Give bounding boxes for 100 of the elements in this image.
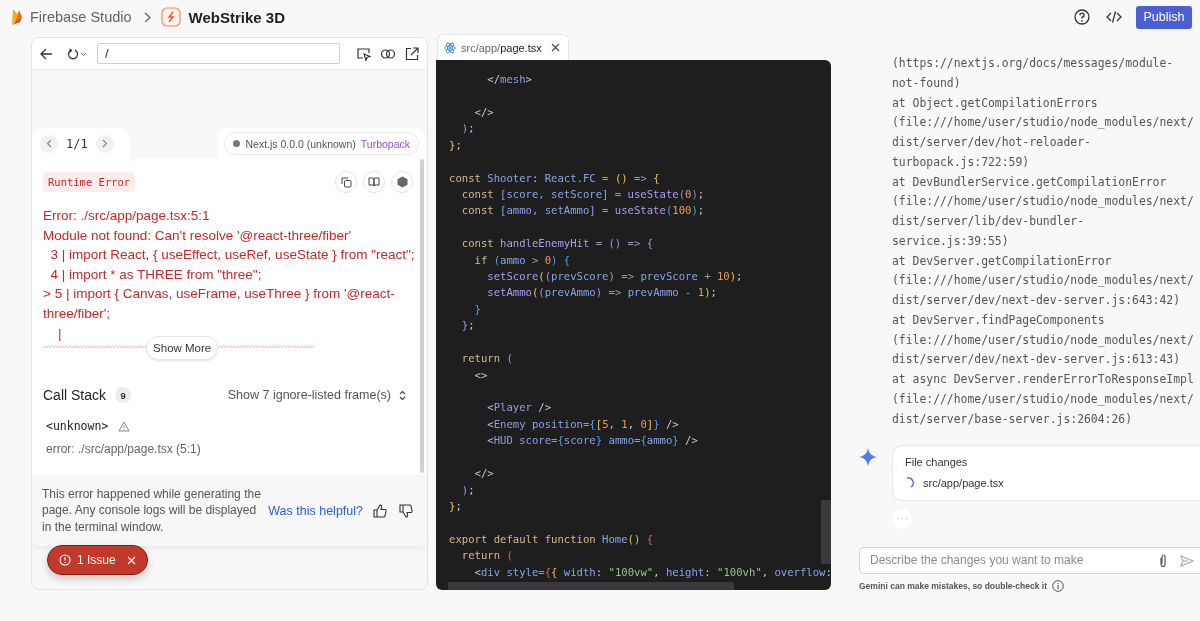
code-line: setScore((prevScore) => prevScore + 10); xyxy=(486,269,743,285)
code-line: <HUD score={score} ammo={ammo} /> xyxy=(486,433,698,449)
code-line: }; xyxy=(449,498,462,514)
code-line: return ( xyxy=(460,351,513,367)
publish-button[interactable]: Publish xyxy=(1136,5,1192,29)
error-footer-text: This error happened while generating the page. Any console logs will be displayed in the terminal window. xyxy=(42,486,262,535)
error-message-line: three/fiber'; xyxy=(43,304,111,323)
error-carets: ^^^^^^^^^^^^^^^^^^^^^^^^^^^^^ xyxy=(43,342,147,355)
code-line: ); xyxy=(460,121,475,137)
back-icon[interactable] xyxy=(40,47,53,60)
stack-trace-line: dist/server/lib/dev-bundler- xyxy=(892,213,1085,231)
up-down-icon xyxy=(399,389,406,401)
code-line: }; xyxy=(460,318,475,334)
flame-icon xyxy=(10,7,24,27)
code-line: setAmmo((prevAmmo) => prevAmmo - 1); xyxy=(486,285,717,301)
app-name: Firebase Studio xyxy=(30,9,132,25)
ignore-listed-toggle[interactable]: Show 7 ignore-listed frame(s) xyxy=(227,388,416,403)
stack-trace-line: (file:///home/user/studio/node_modules/next/ xyxy=(892,114,1194,132)
error-type-label: Runtime Error xyxy=(43,172,136,192)
react-icon xyxy=(444,41,456,54)
stack-trace-line: at DevBundlerService.getCompilationError xyxy=(892,173,1167,191)
code-line: const [ammo, setAmmo] = useState(100); xyxy=(460,203,705,219)
stack-trace-line: at async DevServer.renderErrorToResponseImpl xyxy=(892,371,1194,389)
error-message-line: 3 | import React, { useEffect, useRef, useState } from "react"; xyxy=(49,246,415,265)
error-message-line: > 5 | import { Canvas, useFrame, useThree } from '@react- xyxy=(43,285,395,304)
stack-trace-line: service.js:39:55) xyxy=(892,232,1009,250)
url-field[interactable]: / xyxy=(97,43,340,64)
error-counter: 1/1 xyxy=(66,136,88,151)
stack-trace-line: (file:///home/user/studio/node_modules/next/ xyxy=(892,272,1194,290)
external-link-icon[interactable] xyxy=(405,46,419,61)
hexagon-icon xyxy=(396,176,408,188)
call-stack-title: Call Stack xyxy=(43,387,107,404)
code-line: <> xyxy=(473,367,488,383)
issues-button[interactable]: 1 Issue xyxy=(47,545,148,575)
chevron-right-icon xyxy=(101,139,108,148)
code-line: const handleEnemyHit = () => { xyxy=(460,236,654,252)
card-title: File changes xyxy=(905,455,969,468)
code-line: <Enemy position={[5, 1, 0]} /> xyxy=(486,416,679,432)
code-line: }; xyxy=(449,137,462,153)
count-badge: 9 xyxy=(115,387,132,404)
file-name: src/app/page.tsx xyxy=(923,476,1004,489)
copy-icon xyxy=(340,176,352,188)
code-line: const [score, setScore] = useState(0); xyxy=(460,186,705,202)
stack-trace-line: (file:///home/user/studio/node_modules/next/ xyxy=(892,331,1194,349)
error-message-line: 4 | import * as THREE from "three"; xyxy=(49,265,262,284)
link-icon[interactable] xyxy=(380,47,396,60)
stack-trace-line: not-found) xyxy=(892,74,961,92)
stack-trace-line: at Object.getCompilationErrors xyxy=(892,94,1098,112)
chat-input[interactable]: Describe the changes you want to make xyxy=(859,546,1200,574)
stack-trace-line: dist/server/dev/next-dev-server.js:613:43) xyxy=(892,351,1181,369)
nodejs-button[interactable] xyxy=(391,171,413,193)
help-icon[interactable] xyxy=(1074,9,1090,25)
stack-trace-line: at DevServer.findPageComponents xyxy=(892,311,1105,329)
scrollbar-thumb[interactable] xyxy=(448,582,734,590)
project-icon[interactable] xyxy=(160,7,181,27)
code-line: if (ammo > 0) { xyxy=(473,252,571,268)
stack-trace-line: dist/server/base-server.js:2604:26) xyxy=(892,410,1133,428)
stack-frame-location: error: ./src/app/page.tsx (5:1) xyxy=(46,442,202,457)
code-line: export default function Home() { xyxy=(449,531,654,547)
sparkle-icon xyxy=(859,447,877,466)
chevron-right-icon xyxy=(143,11,151,23)
code-line: const Shooter: React.FC = () => { xyxy=(449,170,660,186)
error-message-line: Module not found: Can't resolve '@react-three/fiber' xyxy=(43,226,352,245)
error-message-line: Error: ./src/app/page.tsx:5:1 xyxy=(43,207,210,225)
code-line: </> xyxy=(473,466,494,482)
scrollbar-thumb[interactable] xyxy=(420,159,424,473)
close-icon[interactable] xyxy=(550,43,560,52)
file-tab[interactable]: src/app/page.tsx xyxy=(437,34,569,60)
stack-trace-line: (file:///home/user/studio/node_modules/next/ xyxy=(892,391,1194,408)
info-icon[interactable] xyxy=(1052,579,1065,592)
code-icon[interactable] xyxy=(1106,10,1122,24)
show-more-button[interactable]: Show More xyxy=(146,336,219,361)
project-name: WebStrike 3D xyxy=(188,8,285,26)
stack-trace-line: (https://nextjs.org/docs/messages/module- xyxy=(892,55,1174,72)
spinner-icon xyxy=(906,476,915,489)
code-line: return ( xyxy=(460,548,513,564)
warning-icon xyxy=(118,420,131,432)
docs-button[interactable] xyxy=(363,171,385,193)
copy-button[interactable] xyxy=(335,171,357,193)
stack-trace-line: turbopack.js:722:59) xyxy=(892,153,1030,171)
attach-icon[interactable] xyxy=(1158,553,1168,568)
inspect-icon[interactable] xyxy=(356,46,371,61)
code-line: </> xyxy=(473,104,494,120)
stack-trace-line: dist/server/dev/hot-reloader- xyxy=(892,134,1091,152)
stack-trace-line: (file:///home/user/studio/node_modules/next/ xyxy=(892,193,1194,211)
error-message-line: | xyxy=(57,324,62,343)
thumbs-up-icon[interactable] xyxy=(373,503,387,518)
alert-icon xyxy=(59,554,71,566)
reload-icon[interactable] xyxy=(67,47,87,60)
scrollbar-thumb[interactable] xyxy=(821,500,831,564)
code-line: } xyxy=(473,301,481,317)
code-line: <div style={{ width: "100vw", height: "100vh", overflow: xyxy=(473,564,831,580)
thumbs-down-icon[interactable] xyxy=(399,503,413,518)
feedback-link[interactable]: Was this helpful? xyxy=(268,503,363,518)
code-line: <Player /> xyxy=(486,400,552,416)
book-icon xyxy=(368,177,380,187)
code-line: </mesh> xyxy=(486,72,532,87)
disclaimer-text: Gemini can make mistakes, so double-check it xyxy=(859,580,1048,591)
stack-trace-line: at DevServer.getCompilationError xyxy=(892,252,1112,270)
chevron-left-icon xyxy=(46,139,52,148)
